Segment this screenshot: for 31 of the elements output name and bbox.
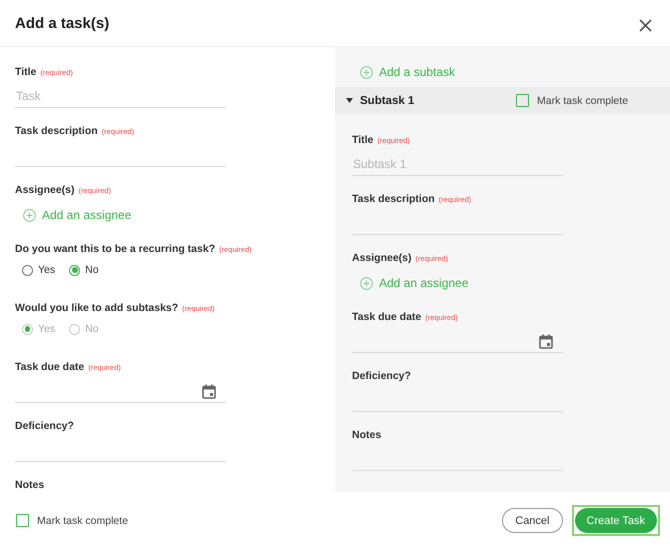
field-label: Task due date bbox=[352, 311, 422, 323]
plus-circle-icon bbox=[23, 208, 36, 222]
field-label: Deficiency? bbox=[15, 420, 74, 432]
plus-circle-icon bbox=[360, 276, 373, 290]
field-label: Notes bbox=[352, 429, 382, 441]
field-label: Notes bbox=[15, 479, 44, 491]
subtask-header[interactable]: Subtask 1 Mark task complete bbox=[335, 87, 670, 114]
field-label: Title bbox=[352, 134, 374, 146]
close-button[interactable] bbox=[639, 18, 652, 32]
mark-complete-checkbox[interactable]: Mark task complete bbox=[16, 514, 128, 527]
field-label: Title bbox=[15, 66, 36, 78]
field-label: Deficiency? bbox=[352, 370, 411, 382]
cancel-button[interactable]: Cancel bbox=[502, 508, 562, 533]
subtask-title: Subtask 1 bbox=[360, 94, 416, 106]
field-label: Assignee(s) bbox=[15, 184, 75, 196]
radio-option[interactable]: No bbox=[69, 264, 99, 276]
field-label: Would you like to add subtasks? bbox=[15, 302, 178, 314]
calendar-icon bbox=[202, 384, 216, 399]
plus-circle-icon bbox=[360, 66, 373, 78]
radio-option[interactable]: Yes bbox=[22, 264, 56, 276]
calendar-icon bbox=[539, 334, 553, 349]
mark-complete-checkbox[interactable]: Mark task complete bbox=[516, 94, 628, 107]
field-label: Assignee(s) bbox=[352, 252, 412, 264]
field-label: Task description bbox=[15, 125, 98, 137]
field-label: Do you want this to be a recurring task? bbox=[15, 243, 216, 255]
dialog-title: Add a task(s) bbox=[15, 14, 110, 32]
field-label: Task due date bbox=[15, 361, 84, 373]
text-field[interactable]: Task bbox=[15, 85, 226, 108]
text-field[interactable]: Subtask 1 bbox=[352, 153, 563, 176]
field-label: Task description bbox=[352, 193, 435, 205]
close-icon bbox=[639, 18, 652, 32]
